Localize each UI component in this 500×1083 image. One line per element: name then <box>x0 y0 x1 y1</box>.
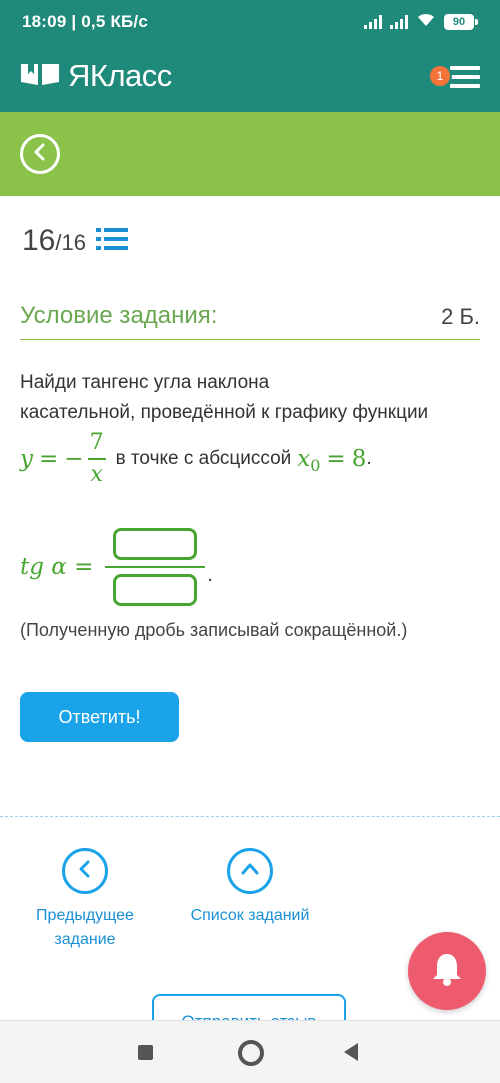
book-icon <box>20 61 60 92</box>
formula-numerator: 7 <box>89 430 104 455</box>
battery-icon: 90 <box>444 14 478 30</box>
bell-icon <box>430 951 464 992</box>
wifi-icon <box>416 12 436 33</box>
task-text-line1: Найди тангенс угла наклона <box>20 372 270 393</box>
answer-row: tg α = . <box>20 522 213 612</box>
system-navigation-bar <box>0 1020 500 1083</box>
notifications-button[interactable] <box>408 932 486 1010</box>
formula-x0: x <box>297 446 311 472</box>
list-circle <box>227 848 273 894</box>
task-counter: 16 /16 <box>22 224 128 258</box>
formula-equals: = <box>39 446 59 472</box>
app-header: ЯКласс 1 <box>0 44 500 112</box>
menu-button[interactable]: 1 <box>420 62 480 94</box>
prev-task-button[interactable]: Предыдущее задание <box>5 848 165 952</box>
counter-total: /16 <box>55 230 86 255</box>
hamburger-icon <box>450 66 480 93</box>
fraction-bar <box>87 458 106 460</box>
task-text: Найди тангенс угла наклона касательной, … <box>20 368 480 428</box>
status-time: 18:09 | 0,5 КБ/с <box>22 12 149 31</box>
formula-minus: − <box>64 446 84 472</box>
submit-button[interactable]: Ответить! <box>20 692 179 742</box>
chevron-left-icon <box>76 860 94 883</box>
task-points: 2 Б. <box>441 304 480 329</box>
chevron-left-icon <box>31 143 49 166</box>
task-list-label: Список заданий <box>190 907 310 924</box>
denominator-input[interactable] <box>113 574 198 606</box>
formula-y: y <box>20 446 33 472</box>
signal-icon-2 <box>390 15 408 29</box>
formula-equals-2: = <box>326 446 346 472</box>
recent-apps-icon[interactable] <box>138 1045 153 1060</box>
logo-text: ЯКласс <box>68 58 172 93</box>
answer-label: tg α = <box>20 554 94 580</box>
back-triangle-icon[interactable] <box>344 1043 358 1061</box>
formula-period: . <box>366 448 372 469</box>
list-icon[interactable] <box>95 226 128 257</box>
numerator-input[interactable] <box>113 528 198 560</box>
logo[interactable]: ЯКласс <box>20 58 172 94</box>
prev-task-label: Предыдущее задание <box>36 907 134 948</box>
formula-text: в точке с абсциссой <box>115 448 292 469</box>
navigation-bar <box>0 112 500 196</box>
counter-current: 16 <box>22 224 56 257</box>
answer-hint: (Полученную дробь записывай сокращённой.… <box>20 620 408 640</box>
formula-x0-sub: 0 <box>310 455 321 475</box>
task-formula: y = − 7 x в точке с абсциссой x0 = 8 . <box>20 424 372 494</box>
answer-period: . <box>207 563 213 586</box>
signal-icon <box>364 15 382 29</box>
formula-fraction: 7 x <box>87 430 106 488</box>
task-list-button[interactable]: Список заданий <box>170 848 330 928</box>
chevron-up-icon <box>240 860 260 883</box>
status-bar: 18:09 | 0,5 КБ/с 90 <box>0 0 500 44</box>
condition-title: Условие задания: <box>20 302 218 329</box>
back-button[interactable] <box>20 134 60 174</box>
prev-circle <box>62 848 108 894</box>
notification-badge: 1 <box>428 64 452 88</box>
answer-fraction-bar <box>105 566 206 568</box>
answer-fraction <box>105 528 206 606</box>
condition-header: Условие задания: 2 Б. <box>20 300 480 340</box>
formula-denominator: x <box>90 462 103 487</box>
home-icon[interactable] <box>238 1040 264 1066</box>
divider <box>0 816 500 817</box>
status-icons: 90 <box>364 12 478 33</box>
formula-value: 8 <box>351 446 367 472</box>
